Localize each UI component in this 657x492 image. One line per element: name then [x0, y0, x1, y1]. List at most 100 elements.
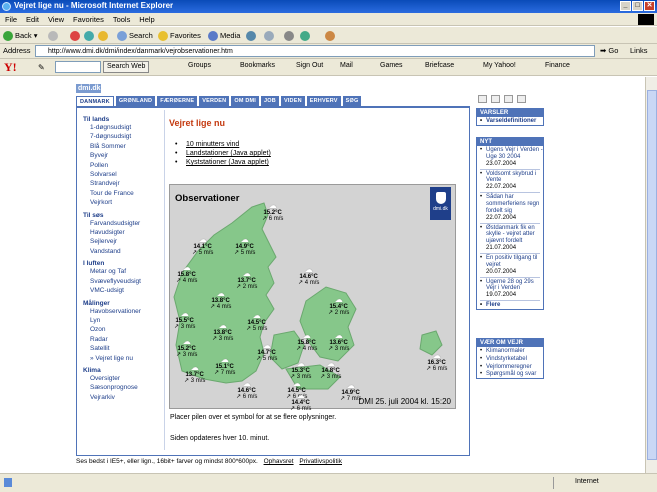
pencil-icon[interactable]: ✎ [38, 63, 45, 72]
weather-station-marker[interactable]: ☁ 15.5°C ↗ 3 m/s [174, 310, 195, 331]
nav-item[interactable]: Blå Sommer [90, 142, 163, 151]
weather-station-marker[interactable]: ☁ 14.4°C ↗ 6 m/s [290, 392, 311, 413]
vaer-link[interactable]: Spørgsmål og svar [477, 371, 543, 378]
weather-station-marker[interactable]: ☁ 13.7°C ↗ 3 m/s [184, 364, 205, 385]
weather-station-marker[interactable]: ☁ 14.1°C ↗ 5 m/s [192, 236, 213, 257]
tab-sog[interactable]: SØG [342, 96, 362, 106]
nav-item[interactable]: Sejlervejr [90, 237, 163, 246]
go-button[interactable]: ➡ Go [600, 46, 618, 55]
weather-station-marker[interactable]: ☁ 14.7°C ↗ 5 m/s [256, 342, 277, 363]
nav-item[interactable]: » Vejret lige nu [90, 354, 163, 363]
nav-item[interactable]: Svæveflyveudsigt [90, 277, 163, 286]
home-button[interactable] [98, 29, 110, 42]
close-button[interactable]: ✕ [644, 1, 655, 11]
tab-danmark[interactable]: DANMARK [76, 96, 114, 106]
weather-station-marker[interactable]: ☁ 14.8°C ↗ 3 m/s [320, 360, 341, 381]
footer-link-privatliv[interactable]: Privatlivspolitik [299, 458, 342, 465]
nav-section-heading[interactable]: Klima [83, 367, 163, 374]
varseldefinitioner-link[interactable]: Varseldefinitioner [477, 118, 543, 125]
minimize-button[interactable]: _ [620, 1, 631, 11]
nav-item[interactable]: Ozon [90, 325, 163, 334]
nav-item[interactable]: Havudsigter [90, 228, 163, 237]
nav-item[interactable]: Solvarsel [90, 170, 163, 179]
vertical-scrollbar[interactable] [645, 77, 657, 473]
menu-view[interactable]: View [48, 13, 64, 26]
news-link[interactable]: Ugens Vejr i Verden - Uge 30 2004 [477, 147, 543, 161]
menu-file[interactable]: File [5, 13, 17, 26]
nav-item[interactable]: Farvandsudsigter [90, 219, 163, 228]
nav-section-heading[interactable]: Til lands [83, 116, 163, 123]
weather-station-marker[interactable]: ☁ 15.8°C ↗ 4 m/s [176, 264, 197, 285]
link-kyststationer[interactable]: Kyststationer (Java applet) [175, 158, 271, 167]
nav-item[interactable]: Vandstand [90, 247, 163, 256]
tab-viden[interactable]: VIDEN [280, 96, 305, 106]
weather-station-marker[interactable]: ☁ 15.2°C ↗ 3 m/s [176, 338, 197, 359]
link-10-min-wind[interactable]: 10 minutters vind [175, 140, 271, 149]
scrollbar-thumb[interactable] [647, 90, 657, 460]
back-button[interactable]: Back ▾ [3, 29, 38, 42]
weather-station-marker[interactable]: ☁ 14.9°C ↗ 5 m/s [234, 236, 255, 257]
news-link[interactable]: Østdanmark fik en skylle - vejret atter … [477, 225, 543, 245]
weather-station-marker[interactable]: ☁ 15.1°C ↗ 7 m/s [214, 356, 235, 377]
favorites-button[interactable]: Favorites [158, 29, 201, 42]
maximize-button[interactable]: □ [632, 1, 643, 11]
menu-tools[interactable]: Tools [113, 13, 131, 26]
print-button[interactable] [284, 29, 296, 42]
print-page-icon[interactable] [491, 95, 500, 103]
nav-item[interactable]: Sæsonprognose [90, 383, 163, 392]
nav-section-heading[interactable]: I luften [83, 260, 163, 267]
tab-om-dmi[interactable]: OM DMI [231, 96, 260, 106]
nav-item[interactable]: 7-døgnsudsigt [90, 132, 163, 141]
news-link[interactable]: Sådan har sommerferiens regn fordelt sig [477, 194, 543, 214]
edit-button[interactable] [300, 29, 312, 42]
flag-icon[interactable] [478, 95, 487, 103]
tab-faeroerne[interactable]: FÆRØERNE [157, 96, 198, 106]
weather-station-marker[interactable]: ☁ 15.4°C ↗ 2 m/s [328, 296, 349, 317]
nav-item[interactable]: Tour de France [90, 189, 163, 198]
vaer-link[interactable]: Vejrlommeregner [477, 364, 543, 371]
stop-button[interactable] [70, 29, 82, 42]
url-input[interactable]: http://www.dmi.dk/dmi/index/danmark/vejr… [35, 45, 595, 57]
vaer-link[interactable]: Vindstyrketabel [477, 356, 543, 363]
yahoo-logo-icon[interactable]: Y! [4, 60, 17, 75]
nav-section-heading[interactable]: Målinger [83, 300, 163, 307]
nav-item[interactable]: Metar og Taf [90, 267, 163, 276]
footer-link-ophavsret[interactable]: Ophavsret [264, 458, 294, 465]
news-link[interactable]: Flere [477, 302, 543, 309]
yahoo-signout[interactable]: Sign Out [296, 62, 323, 69]
weather-station-marker[interactable]: ☁ 15.8°C ↗ 4 m/s [296, 332, 317, 353]
yahoo-games[interactable]: Games [380, 62, 403, 69]
news-link[interactable]: Ugerne 28 og 29s Vejr i Verden [477, 279, 543, 293]
media-button[interactable]: Media [208, 29, 240, 42]
nav-item[interactable]: VMC-udsigt [90, 286, 163, 295]
mail-button[interactable] [264, 29, 276, 42]
nav-item[interactable]: Byvejr [90, 151, 163, 160]
yahoo-search-input[interactable] [55, 61, 101, 73]
nav-item[interactable]: Lyn [90, 316, 163, 325]
yahoo-my-yahoo[interactable]: My Yahoo! [483, 62, 516, 69]
link-landstationer[interactable]: Landstationer (Java applet) [175, 149, 271, 158]
weather-station-marker[interactable]: ☁ 13.8°C ↗ 4 m/s [210, 290, 231, 311]
nav-section-heading[interactable]: Til søs [83, 212, 163, 219]
tab-job[interactable]: JOB [261, 96, 279, 106]
menu-favorites[interactable]: Favorites [73, 13, 104, 26]
tab-verden[interactable]: VERDEN [199, 96, 230, 106]
weather-station-marker[interactable]: ☁ 14.5°C ↗ 5 m/s [246, 312, 267, 333]
nav-item[interactable]: Vejrarkiv [90, 393, 163, 402]
yahoo-groups[interactable]: Groups [188, 62, 211, 69]
nav-item[interactable]: Radar [90, 335, 163, 344]
nav-item[interactable]: Pollen [90, 161, 163, 170]
weather-station-marker[interactable]: ☁ 13.6°C ↗ 3 m/s [328, 332, 349, 353]
menu-help[interactable]: Help [139, 13, 154, 26]
history-button[interactable] [246, 29, 258, 42]
search-button[interactable]: Search [117, 29, 153, 42]
discuss-button[interactable] [325, 29, 337, 42]
tab-erhverv[interactable]: ERHVERV [306, 96, 341, 106]
nav-item[interactable]: Satellit [90, 344, 163, 353]
yahoo-briefcase[interactable]: Briefcase [425, 62, 454, 69]
weather-station-marker[interactable]: ☁ 16.3°C ↗ 6 m/s [426, 352, 447, 373]
nav-item[interactable]: Oversigter [90, 374, 163, 383]
dmi-logo[interactable]: dmi.dk [76, 84, 101, 93]
forward-button[interactable] [48, 29, 60, 42]
nav-item[interactable]: Havobservationer [90, 307, 163, 316]
